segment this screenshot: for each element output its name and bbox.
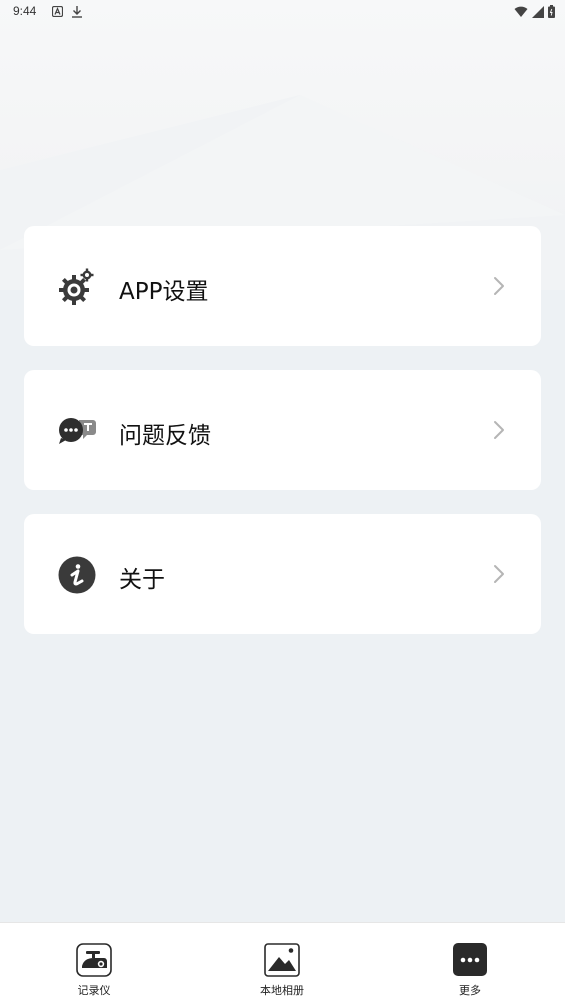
album-icon	[264, 943, 300, 977]
more-icon	[453, 943, 487, 976]
notification-a-icon	[52, 6, 63, 17]
signal-icon	[532, 5, 544, 18]
status-bar: 9:44	[0, 0, 565, 24]
tab-label: 记录仪	[77, 984, 111, 997]
menu-item-label: 问题反馈	[119, 423, 211, 449]
gear-settings-icon	[57, 267, 97, 307]
bottom-tab-bar: 记录仪 本地相册 更多	[0, 922, 565, 1004]
chevron-right-icon	[494, 421, 504, 439]
tab-label: 本地相册	[260, 984, 304, 997]
dashcam-icon	[76, 943, 112, 977]
download-icon	[72, 6, 82, 18]
menu-item-label: 关于	[119, 567, 165, 593]
chat-feedback-icon	[57, 411, 97, 451]
status-time: 9:44	[13, 4, 37, 18]
menu-item-feedback[interactable]: 问题反馈	[24, 370, 541, 490]
menu-item-app-settings[interactable]: APP设置	[24, 226, 541, 346]
tab-label: 更多	[459, 984, 481, 997]
tab-recorder[interactable]: 记录仪	[34, 923, 154, 1004]
tab-local-album[interactable]: 本地相册	[222, 923, 342, 1004]
menu-item-about[interactable]: 关于	[24, 514, 541, 634]
status-indicators	[514, 5, 555, 18]
chevron-right-icon	[494, 277, 504, 295]
info-icon	[57, 555, 97, 595]
wifi-icon	[514, 6, 528, 17]
tab-more[interactable]: 更多	[410, 923, 530, 1004]
chevron-right-icon	[494, 565, 504, 583]
battery-icon	[548, 5, 555, 18]
menu-item-label: APP设置	[119, 279, 209, 305]
